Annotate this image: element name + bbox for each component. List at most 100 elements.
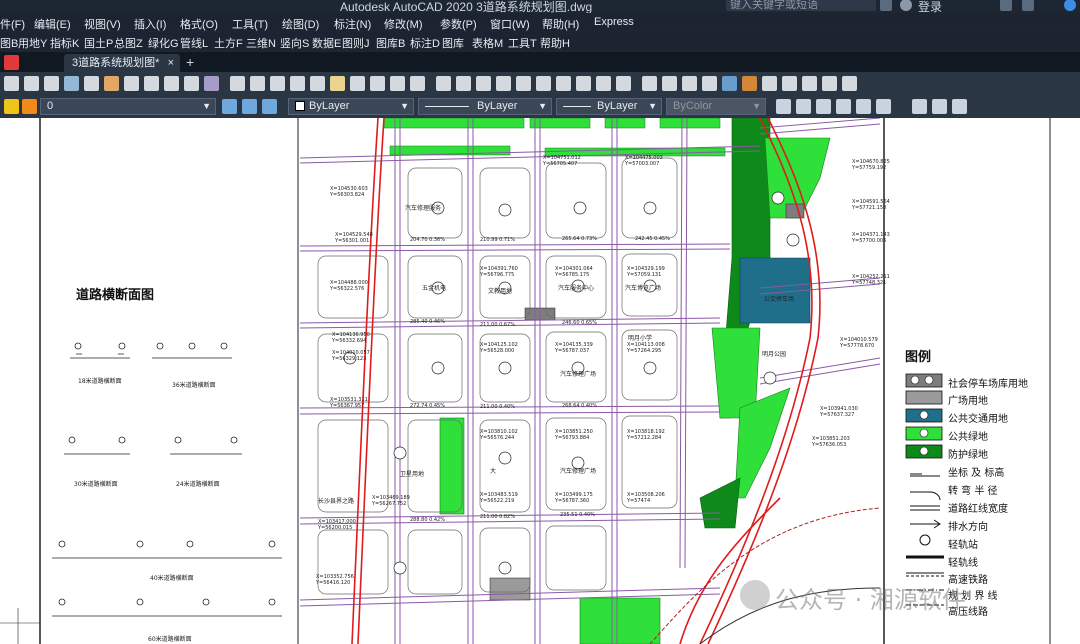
- table-icon[interactable]: [762, 76, 777, 91]
- quickcalc-icon[interactable]: [456, 76, 471, 91]
- help-icon[interactable]: [1064, 0, 1076, 11]
- app-store-icon[interactable]: [1000, 0, 1012, 11]
- zoom-realtime-icon[interactable]: [290, 76, 305, 91]
- make-current-icon[interactable]: [242, 99, 257, 114]
- remove-leader-icon[interactable]: [952, 99, 967, 114]
- render-icon[interactable]: [616, 76, 631, 91]
- pan-icon[interactable]: [270, 76, 285, 91]
- publish-icon[interactable]: [124, 76, 139, 91]
- layer-select[interactable]: 0 ▼: [40, 98, 216, 115]
- plugin-menu-item[interactable]: 数据E: [312, 35, 341, 51]
- autodesk-icon[interactable]: [1022, 0, 1034, 11]
- plugin-menu-item[interactable]: 绿化G: [148, 35, 179, 51]
- plugin-menu-item[interactable]: 图库B: [376, 35, 405, 51]
- style-icon[interactable]: [776, 99, 791, 114]
- plugin-menu-item[interactable]: 图库: [442, 35, 464, 51]
- redo-icon[interactable]: [250, 76, 265, 91]
- menu-item[interactable]: 绘图(D): [282, 16, 319, 32]
- plugin-menu-item[interactable]: 国土P: [84, 35, 113, 51]
- plugin-menu-item[interactable]: 表格M: [472, 35, 503, 51]
- leader-icon[interactable]: [842, 76, 857, 91]
- leader-icon[interactable]: [856, 99, 871, 114]
- plugin-menu-item[interactable]: 工具T: [508, 35, 537, 51]
- tab-drawing[interactable]: 3道路系统规划图* ×: [64, 54, 180, 72]
- properties-icon[interactable]: [350, 76, 365, 91]
- sphere-icon[interactable]: [722, 76, 737, 91]
- plugin-menu-item[interactable]: 指标K: [50, 35, 79, 51]
- menu-item[interactable]: 窗口(W): [490, 16, 530, 32]
- plugin-menu-item[interactable]: 图则J: [342, 35, 370, 51]
- material-icon[interactable]: [662, 76, 677, 91]
- menu-item[interactable]: 帮助(H): [542, 16, 579, 32]
- undo-icon[interactable]: [230, 76, 245, 91]
- zoom-previous-icon[interactable]: [330, 76, 345, 91]
- drawing-canvas[interactable]: X=104530.603 Y=56303.824 X=104529.548 Y=56…: [0, 118, 1080, 644]
- block-icon[interactable]: [536, 76, 551, 91]
- qnew-icon[interactable]: [24, 76, 39, 91]
- globe-icon[interactable]: [742, 76, 757, 91]
- save-icon[interactable]: [64, 76, 79, 91]
- light-icon[interactable]: [642, 76, 657, 91]
- menu-item[interactable]: 件(F): [0, 16, 25, 32]
- plugin-menu-item[interactable]: 竖向S: [280, 35, 309, 51]
- plugin-menu-item[interactable]: 管线L: [180, 35, 208, 51]
- preview-icon[interactable]: [104, 76, 119, 91]
- menu-item[interactable]: 工具(T): [232, 16, 268, 32]
- menu-item[interactable]: 参数(P): [440, 16, 477, 32]
- print-icon[interactable]: [84, 76, 99, 91]
- plugin-menu-item[interactable]: 标注D: [410, 35, 440, 51]
- start-tab-icon[interactable]: [4, 55, 19, 70]
- plugin-menu-item[interactable]: 用地Y: [18, 35, 47, 51]
- menu-item[interactable]: 格式(O): [180, 16, 218, 32]
- dimstyle-icon[interactable]: [796, 99, 811, 114]
- color-select[interactable]: ByLayer ▼: [288, 98, 414, 115]
- new-tab-button[interactable]: +: [186, 54, 194, 70]
- search-input[interactable]: 键入关键字或短语: [726, 0, 876, 11]
- collect-leader-icon[interactable]: [932, 99, 947, 114]
- new-icon[interactable]: [4, 76, 19, 91]
- matchprop-icon[interactable]: [204, 76, 219, 91]
- zoom-window-icon[interactable]: [310, 76, 325, 91]
- layout-icon[interactable]: [576, 76, 591, 91]
- attribute-icon[interactable]: [556, 76, 571, 91]
- add-leader-icon[interactable]: [876, 99, 891, 114]
- plugin-menu-item[interactable]: 帮助H: [540, 35, 570, 51]
- align-leader-icon[interactable]: [912, 99, 927, 114]
- dim-icon[interactable]: [822, 76, 837, 91]
- sheetset-icon[interactable]: [410, 76, 425, 91]
- xref-icon[interactable]: [516, 76, 531, 91]
- markup-icon[interactable]: [436, 76, 451, 91]
- open-icon[interactable]: [44, 76, 59, 91]
- menu-item[interactable]: 视图(V): [84, 16, 121, 32]
- help-icon[interactable]: [476, 76, 491, 91]
- designcenter-icon[interactable]: [370, 76, 385, 91]
- menu-item[interactable]: 插入(I): [134, 16, 166, 32]
- copy-icon[interactable]: [164, 76, 179, 91]
- workspace-icon[interactable]: [496, 76, 511, 91]
- close-icon[interactable]: ×: [168, 54, 174, 72]
- menu-item[interactable]: 标注(N): [334, 16, 371, 32]
- viewport-icon[interactable]: [596, 76, 611, 91]
- plugin-menu-item[interactable]: 三维N: [246, 35, 276, 51]
- paste-icon[interactable]: [184, 76, 199, 91]
- cut-icon[interactable]: [144, 76, 159, 91]
- linetype-select[interactable]: ByLayer ▼: [418, 98, 552, 115]
- mleaderstyle-icon[interactable]: [836, 99, 851, 114]
- lineweight-select[interactable]: ByLayer ▼: [556, 98, 662, 115]
- mtext-icon[interactable]: [802, 76, 817, 91]
- layer-properties-icon[interactable]: [222, 99, 237, 114]
- community-icon[interactable]: [880, 0, 892, 11]
- user-icon[interactable]: [900, 0, 912, 11]
- menu-item[interactable]: 修改(M): [384, 16, 423, 32]
- plugin-menu-item[interactable]: 图B: [0, 35, 18, 51]
- toolpalette-icon[interactable]: [390, 76, 405, 91]
- layer-state-icon[interactable]: [4, 99, 19, 114]
- tablestyle-icon[interactable]: [816, 99, 831, 114]
- menu-item[interactable]: 编辑(E): [34, 16, 71, 32]
- menu-item[interactable]: Express: [594, 16, 634, 28]
- walk-icon[interactable]: [702, 76, 717, 91]
- plugin-menu-item[interactable]: 土方F: [214, 35, 243, 51]
- plugin-menu-item[interactable]: 总图Z: [114, 35, 143, 51]
- camera-icon[interactable]: [682, 76, 697, 91]
- text-icon[interactable]: [782, 76, 797, 91]
